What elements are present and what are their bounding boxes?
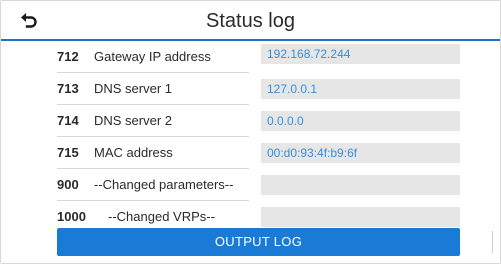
row-number: 712 <box>57 49 79 64</box>
output-log-button[interactable]: OUTPUT LOG <box>57 228 460 256</box>
row-number: 715 <box>57 145 79 160</box>
row-value-field <box>261 207 460 227</box>
row-value-field: 192.168.72.244 <box>261 44 460 64</box>
log-row-713: 713 DNS server 1 127.0.0.1 <box>1 73 500 105</box>
page-title: Status log <box>206 10 295 32</box>
row-label: DNS server 1 <box>94 81 173 96</box>
row-value-field: 00:d0:93:4f:b9:6f <box>261 143 460 163</box>
log-row-715: 715 MAC address 00:d0:93:4f:b9:6f <box>1 137 500 169</box>
row-label: MAC address <box>94 145 173 160</box>
row-value-field: 0.0.0.0 <box>261 111 460 131</box>
row-value-field <box>261 175 460 195</box>
scrollbar[interactable] <box>492 231 493 253</box>
status-log-screen: Status log 712 Gateway IP address 192.16… <box>0 0 501 264</box>
header-bar: Status log <box>1 1 500 39</box>
log-row-714: 714 DNS server 2 0.0.0.0 <box>1 105 500 137</box>
row-label: DNS server 2 <box>94 113 173 128</box>
row-label: --Changed parameters-- <box>94 177 234 192</box>
undo-arrow-icon <box>21 13 37 28</box>
row-number: 900 <box>57 177 79 192</box>
row-label: Gateway IP address <box>94 49 211 64</box>
log-row-900: 900 --Changed parameters-- <box>1 169 500 201</box>
row-value-field: 127.0.0.1 <box>261 79 460 99</box>
row-number: 713 <box>57 81 79 96</box>
back-button[interactable] <box>17 9 41 31</box>
log-row-712: 712 Gateway IP address 192.168.72.244 <box>1 41 500 73</box>
row-number: 714 <box>57 113 79 128</box>
